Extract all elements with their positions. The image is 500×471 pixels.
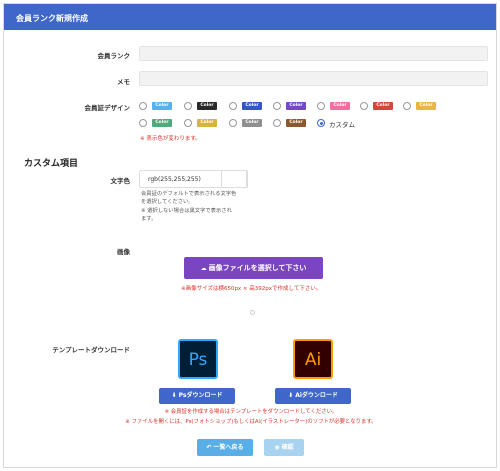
color-chip-11: Color bbox=[286, 119, 306, 127]
download-icon: ⬇ bbox=[171, 392, 179, 399]
ps-download-button[interactable]: ⬇ Psダウンロード bbox=[159, 388, 235, 404]
template-label: テンプレートダウンロード bbox=[52, 346, 130, 354]
color-chip-8: Color bbox=[152, 119, 172, 127]
image-label: 画像 bbox=[117, 248, 130, 256]
ai-download-button[interactable]: ⬇ Aiダウンロード bbox=[275, 388, 351, 404]
color-chip-9: Color bbox=[197, 119, 217, 127]
help-line-2: を選択してください。 bbox=[141, 199, 194, 206]
help-line-3: ※ 選択しない場合は黒文字で表示され bbox=[141, 207, 232, 214]
color-chip-7: Color bbox=[416, 102, 436, 110]
help-line-1: 会員証のデフォルトで表示される文字色 bbox=[141, 191, 237, 197]
page-title: 会員ランク新規作成 bbox=[4, 4, 496, 30]
back-to-list-button[interactable]: ↶ 一覧へ戻る bbox=[197, 439, 253, 456]
custom-option-label: カスタム bbox=[329, 121, 355, 129]
upload-image-button[interactable]: ☁ 画像ファイルを選択して下さい bbox=[184, 257, 323, 279]
color-chip-3: Color bbox=[242, 102, 262, 110]
photoshop-icon-text: Ps bbox=[188, 350, 208, 370]
undo-icon: ↶ bbox=[206, 444, 214, 451]
design-radio-2[interactable] bbox=[184, 102, 192, 110]
color-chip-5: Color bbox=[330, 102, 350, 110]
memo-input[interactable] bbox=[139, 71, 488, 86]
help-line-4: ます。 bbox=[141, 216, 157, 223]
cloud-upload-icon: ☁ bbox=[200, 265, 207, 272]
confirm-button[interactable]: ◉ 確認 bbox=[264, 439, 304, 456]
ai-download-label: Aiダウンロード bbox=[295, 392, 338, 399]
illustrator-icon: Ai bbox=[293, 339, 333, 379]
color-chip-10: Color bbox=[242, 119, 262, 127]
design-radio-10[interactable] bbox=[229, 119, 237, 127]
color-chip-6: Color bbox=[373, 102, 393, 110]
text-color-value: rgb(255,255,255) bbox=[148, 176, 201, 183]
custom-section-title: カスタム項目 bbox=[24, 159, 79, 169]
design-label: 会員証デザイン bbox=[84, 104, 131, 112]
design-radio-5[interactable] bbox=[317, 102, 325, 110]
back-button-label: 一覧へ戻る bbox=[213, 444, 244, 451]
design-radio-1[interactable] bbox=[139, 102, 147, 110]
ps-download-label: Psダウンロード bbox=[178, 392, 223, 399]
design-radio-9[interactable] bbox=[184, 119, 192, 127]
text-color-label: 文字色 bbox=[110, 177, 131, 185]
text-color-input[interactable]: rgb(255,255,255) bbox=[139, 170, 248, 188]
memo-label: メモ bbox=[117, 78, 130, 86]
design-radio-4[interactable] bbox=[273, 102, 281, 110]
color-chip-4: Color bbox=[286, 102, 306, 110]
upload-button-label: 画像ファイルを選択して下さい bbox=[208, 264, 307, 272]
template-note-2: ※ ファイルを開くには、Ps(フォトショップ)もしくはAi(イラストレーター)の… bbox=[125, 419, 377, 425]
image-size-note: ※画像サイズは横650px × 高392pxで作成して下さい。 bbox=[181, 286, 322, 292]
design-radio-7[interactable] bbox=[403, 102, 411, 110]
color-swatch[interactable] bbox=[221, 170, 247, 188]
rank-input[interactable] bbox=[139, 46, 488, 61]
text-color-help: 会員証のデフォルトで表示される文字色 を選択してください。 ※ 選択しない場合は… bbox=[141, 190, 311, 224]
loading-indicator bbox=[250, 310, 255, 315]
design-radio-3[interactable] bbox=[229, 102, 237, 110]
design-radio-custom[interactable] bbox=[317, 119, 325, 127]
template-note-1: ※ 会員証を作成する場合はテンプレートをダウンロードしてください。 bbox=[164, 409, 338, 415]
design-radio-11[interactable] bbox=[273, 119, 281, 127]
design-warning: ※ 表示色が変わります。 bbox=[140, 136, 201, 142]
design-radio-8[interactable] bbox=[139, 119, 147, 127]
rank-label: 会員ランク bbox=[97, 52, 131, 60]
color-chip-2: Color bbox=[197, 102, 217, 110]
eye-icon: ◉ bbox=[274, 444, 282, 451]
photoshop-icon: Ps bbox=[178, 339, 218, 379]
illustrator-icon-text: Ai bbox=[304, 350, 322, 370]
color-chip-1: Color bbox=[152, 102, 172, 110]
confirm-button-label: 確認 bbox=[281, 444, 294, 451]
design-radio-6[interactable] bbox=[360, 102, 368, 110]
form-panel: 会員ランク新規作成 会員ランク メモ 会員証デザイン Color Color C… bbox=[3, 3, 497, 468]
